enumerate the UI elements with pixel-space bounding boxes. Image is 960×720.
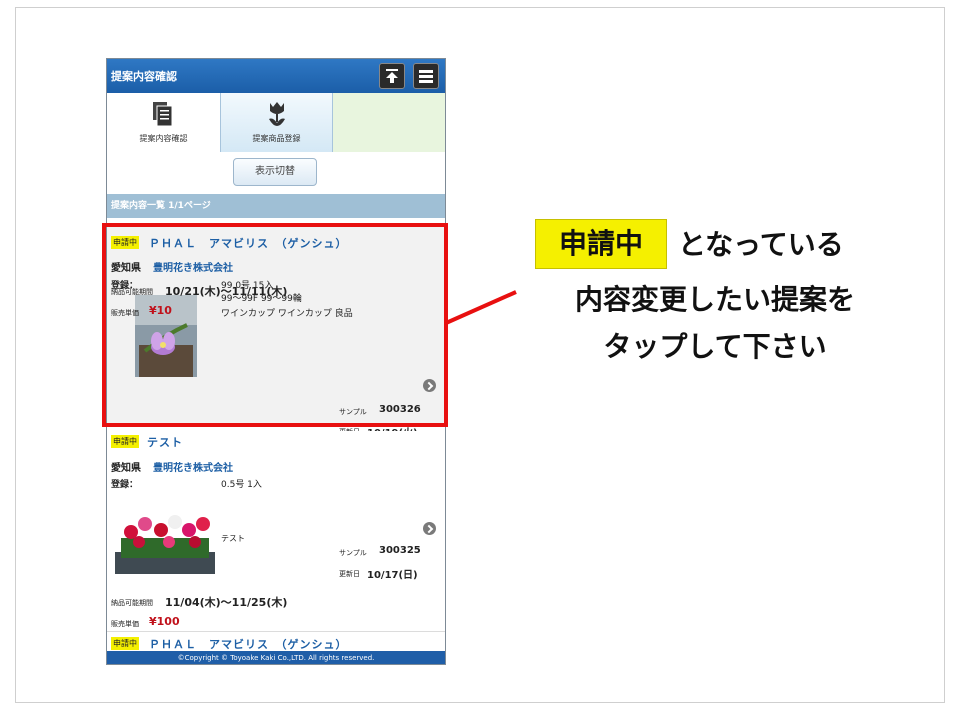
registration-label: 登録：: [111, 480, 139, 490]
page-title: 提案内容確認: [111, 70, 177, 83]
menu-icon: [419, 70, 433, 83]
chevron-right-icon[interactable]: [423, 522, 436, 535]
updated-date: 10/17(日): [367, 570, 418, 581]
callout-line1: となっている: [678, 228, 844, 261]
tab-bar: 提案内容確認 提案商品登録: [107, 93, 445, 153]
app-header: 提案内容確認: [107, 59, 445, 93]
status-badge: 申請中: [111, 637, 139, 650]
callout-status-badge: 申請中: [535, 219, 667, 269]
sample-number: 300325: [379, 545, 421, 556]
delivery-period: 11/04(木)～11/25(木): [165, 596, 288, 609]
list-header: 提案内容一覧 1/1ページ: [107, 194, 445, 218]
list-item[interactable]: 申請中 テスト 愛知県 豊明花き株式会社 登録： 0.5号 1入 テスト サンプ…: [107, 431, 445, 629]
scroll-top-button[interactable]: [379, 63, 405, 89]
document-icon: [153, 102, 173, 127]
pointer-line: [445, 290, 517, 325]
highlight-box: [102, 223, 448, 427]
display-toggle-button[interactable]: 表示切替: [233, 158, 317, 186]
updated-label: 更新日: [339, 570, 360, 578]
product-photo-flowers: [115, 502, 215, 574]
tab-label: 提案商品登録: [252, 134, 301, 143]
switch-area: 表示切替: [107, 152, 445, 194]
prefecture: 愛知県: [111, 463, 141, 474]
item-note: テスト: [221, 534, 245, 543]
tab-proposal-confirm[interactable]: 提案内容確認: [107, 93, 220, 152]
status-badge: 申請中: [111, 435, 139, 448]
menu-button[interactable]: [413, 63, 439, 89]
unit-price: ¥100: [149, 615, 180, 628]
tab-product-register[interactable]: 提案商品登録: [220, 93, 333, 152]
list-item[interactable]: 申請中 ＰＨＡＬ アマビリス （ゲンシュ）: [107, 631, 445, 653]
period-label: 納品可能期間: [111, 599, 153, 607]
spec-line: 0.5号 1入: [221, 480, 262, 490]
company-name: 豊明花き株式会社: [153, 463, 233, 474]
callout-line3: タップして下さい: [603, 330, 827, 363]
arrow-up-icon: [386, 69, 398, 83]
footer-copyright: ©Copyright © Toyoake Kaki Co.,LTD. All r…: [107, 651, 445, 664]
tab-label: 提案内容確認: [139, 134, 188, 143]
tulip-icon: [269, 102, 285, 126]
callout-line2: 内容変更したい提案を: [574, 283, 855, 316]
sample-label: サンプル: [339, 549, 367, 557]
price-label: 販売単価: [111, 620, 139, 628]
item-title: テスト: [147, 436, 183, 449]
tab-empty: [333, 93, 445, 152]
item-title: ＰＨＡＬ アマビリス （ゲンシュ）: [149, 638, 348, 651]
